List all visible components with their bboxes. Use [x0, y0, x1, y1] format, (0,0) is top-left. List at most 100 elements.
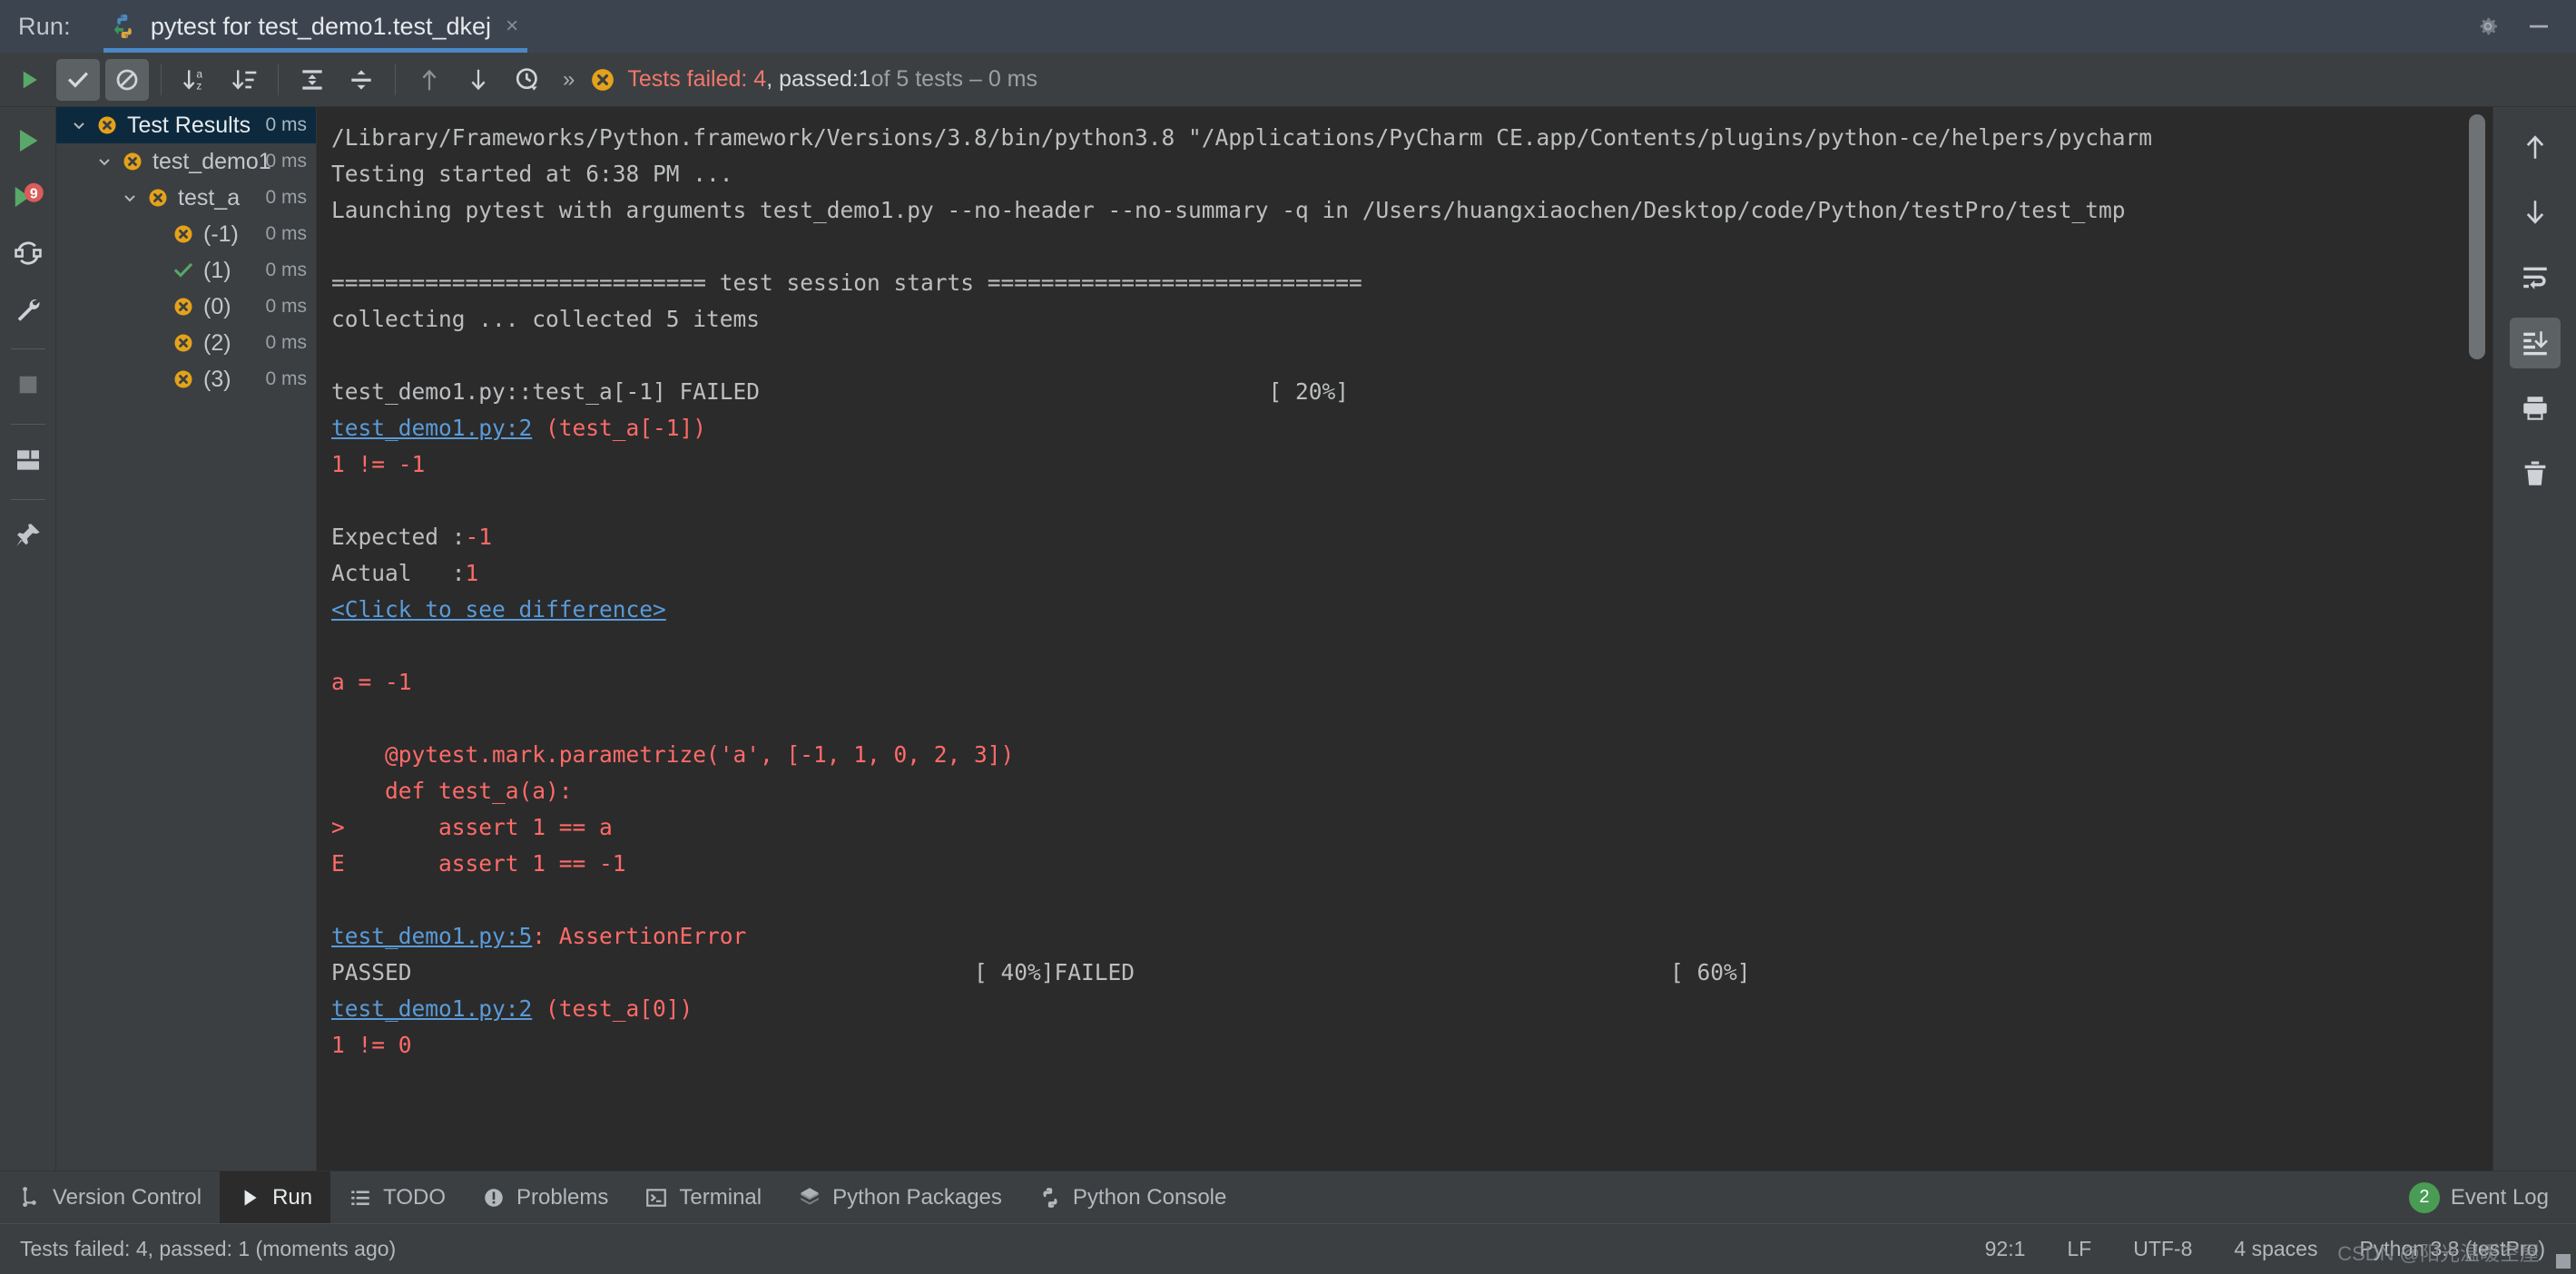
test-output-console[interactable]: /Library/Frameworks/Python.framework/Ver… [317, 107, 2492, 1198]
close-icon[interactable]: × [506, 15, 518, 37]
sort-alphabetically-button[interactable]: a z [173, 59, 217, 101]
show-passed-toggle[interactable] [56, 58, 100, 101]
failed-cross-icon [592, 68, 615, 91]
console-text: : AssertionError [532, 923, 747, 949]
event-log-button[interactable]: 2 Event Log [2408, 1181, 2576, 1213]
next-failed-test-button[interactable] [457, 59, 500, 101]
tool-window-button-run[interactable]: Run [220, 1171, 331, 1224]
tool-window-button-python-packages[interactable]: Python Packages [780, 1171, 1020, 1224]
tool-window-button-problems[interactable]: Problems [464, 1171, 626, 1224]
tree-row[interactable]: Test Results 0 ms [56, 107, 316, 143]
expand-all-button[interactable] [290, 59, 334, 101]
rail-separator-2 [10, 424, 45, 425]
rail-separator-1 [10, 348, 45, 349]
console-text: 1 != 0 [331, 1032, 412, 1058]
tree-row[interactable]: (1) 0 ms [56, 252, 316, 289]
run-tab-title: pytest for test_demo1.test_dkej [150, 12, 492, 40]
failed-cross-icon [174, 334, 192, 352]
tool-window-bar: Version Control Run TODO Problems Terminal Py… [0, 1171, 2576, 1224]
python-file-icon [113, 14, 132, 39]
print-button[interactable] [2510, 383, 2561, 434]
line-separator[interactable]: LF [2067, 1237, 2091, 1261]
console-line: @pytest.mark.parametrize('a', [-1, 1, 0,… [324, 737, 2492, 773]
tests-failed-count: Tests failed: 4 [627, 66, 767, 92]
run-tab-bar: Run: pytest for test_demo1.test_dkej × [0, 0, 2576, 53]
file-encoding[interactable]: UTF-8 [2133, 1237, 2192, 1261]
rerun-failed-tests-button[interactable]: 9 [5, 174, 51, 220]
tree-row[interactable]: (3) 0 ms [56, 361, 316, 397]
rerun-tests-button[interactable] [7, 59, 51, 101]
console-text: PASSED [ 40%]FAILED [ 60%] [331, 959, 1751, 985]
scroll-to-end-button[interactable] [2509, 318, 2561, 368]
tool-window-button-version-control[interactable]: Version Control [0, 1171, 220, 1224]
down-the-stack-trace-button[interactable] [2510, 187, 2561, 238]
collapse-all-button[interactable] [339, 59, 383, 101]
test-settings-button[interactable] [5, 287, 51, 332]
failed-cross-icon [98, 116, 116, 134]
layout-settings-button[interactable] [5, 437, 51, 483]
tool-window-button-terminal[interactable]: Terminal [626, 1171, 780, 1224]
printer-icon [2522, 397, 2547, 420]
sort-by-duration-button[interactable] [222, 59, 266, 101]
console-text: @pytest.mark.parametrize('a', [-1, 1, 0,… [331, 741, 1015, 768]
tests-total-suffix: of 5 tests – 0 ms [870, 66, 1037, 92]
test-status-summary: » Tests failed: 4 , passed: 1 of 5 tests… [563, 66, 1037, 93]
tree-row[interactable]: (2) 0 ms [56, 325, 316, 361]
tree-row[interactable]: (-1) 0 ms [56, 216, 316, 252]
tree-row-duration: 0 ms [265, 332, 307, 353]
chevron-down-icon[interactable] [69, 115, 89, 135]
console-link[interactable]: test_demo1.py:5 [331, 923, 532, 949]
run-configuration-tab[interactable]: pytest for test_demo1.test_dkej × [103, 0, 528, 53]
failed-cross-icon [123, 152, 142, 171]
pin-tab-button[interactable] [5, 513, 51, 558]
minimize-icon[interactable] [2525, 13, 2552, 40]
console-text: 1 [465, 560, 479, 586]
packages-icon [801, 1187, 819, 1205]
python-interpreter[interactable]: Python 3.8 (testPro) [2359, 1237, 2545, 1261]
chevron-down-icon[interactable] [120, 188, 140, 208]
previous-failed-test-button[interactable] [408, 59, 451, 101]
problems-icon [485, 1188, 503, 1207]
show-ignored-toggle[interactable] [105, 58, 149, 101]
toolbar-overflow-icon[interactable]: » [563, 67, 575, 93]
svg-text:9: 9 [29, 187, 37, 202]
status-bar: Tests failed: 4, passed: 1 (moments ago)… [0, 1223, 2576, 1274]
tree-row[interactable]: (0) 0 ms [56, 289, 316, 325]
console-link[interactable]: test_demo1.py:2 [331, 415, 532, 441]
tool-window-button-python-console[interactable]: Python Console [1020, 1171, 1244, 1224]
gear-icon[interactable] [2474, 13, 2502, 40]
rerun-tests-button[interactable] [5, 118, 51, 163]
tool-window-button-todo[interactable]: TODO [330, 1171, 464, 1224]
console-line: Launching pytest with arguments test_dem… [324, 192, 2492, 229]
chevron-down-icon[interactable] [94, 152, 114, 172]
tree-arrow-placeholder [145, 333, 165, 353]
tree-row[interactable]: test_demo1 0 ms [56, 143, 316, 180]
failed-cross-icon [174, 298, 192, 316]
test-results-tree[interactable]: Test Results 0 ms test_demo1 0 ms test_a 0 ms… [56, 107, 317, 1198]
toggle-auto-test-button[interactable] [5, 230, 51, 276]
console-line: Actual :1 [324, 555, 2492, 592]
stop-button[interactable] [5, 362, 51, 407]
resize-grip[interactable] [2556, 1254, 2571, 1269]
indent-setting[interactable]: 4 spaces [2234, 1237, 2317, 1261]
soft-wrap-button[interactable] [2510, 252, 2561, 303]
console-text: /Library/Frameworks/Python.framework/Ver… [331, 124, 2153, 151]
console-line: <Click to see difference> [324, 592, 2492, 628]
console-link[interactable]: test_demo1.py:2 [331, 995, 532, 1022]
console-link[interactable]: <Click to see difference> [331, 596, 666, 622]
test-history-button[interactable] [506, 59, 549, 101]
caret-position[interactable]: 92:1 [1985, 1237, 2026, 1261]
version-control-icon [23, 1186, 36, 1207]
pycharm-run-tool-window: Run: pytest for test_demo1.test_dkej × a… [0, 0, 2576, 1274]
console-line: PASSED [ 40%]FAILED [ 60%] [324, 955, 2492, 991]
up-the-stack-trace-button[interactable] [2510, 122, 2561, 172]
console-text: > assert 1 == a [331, 814, 613, 840]
tree-row-duration: 0 ms [265, 187, 307, 208]
tests-passed-prefix: , passed: [766, 66, 859, 92]
console-vertical-scrollbar[interactable] [2469, 114, 2485, 359]
clear-all-button[interactable] [2510, 448, 2561, 499]
tree-row[interactable]: test_a 0 ms [56, 180, 316, 216]
todo-list-icon [351, 1190, 369, 1205]
